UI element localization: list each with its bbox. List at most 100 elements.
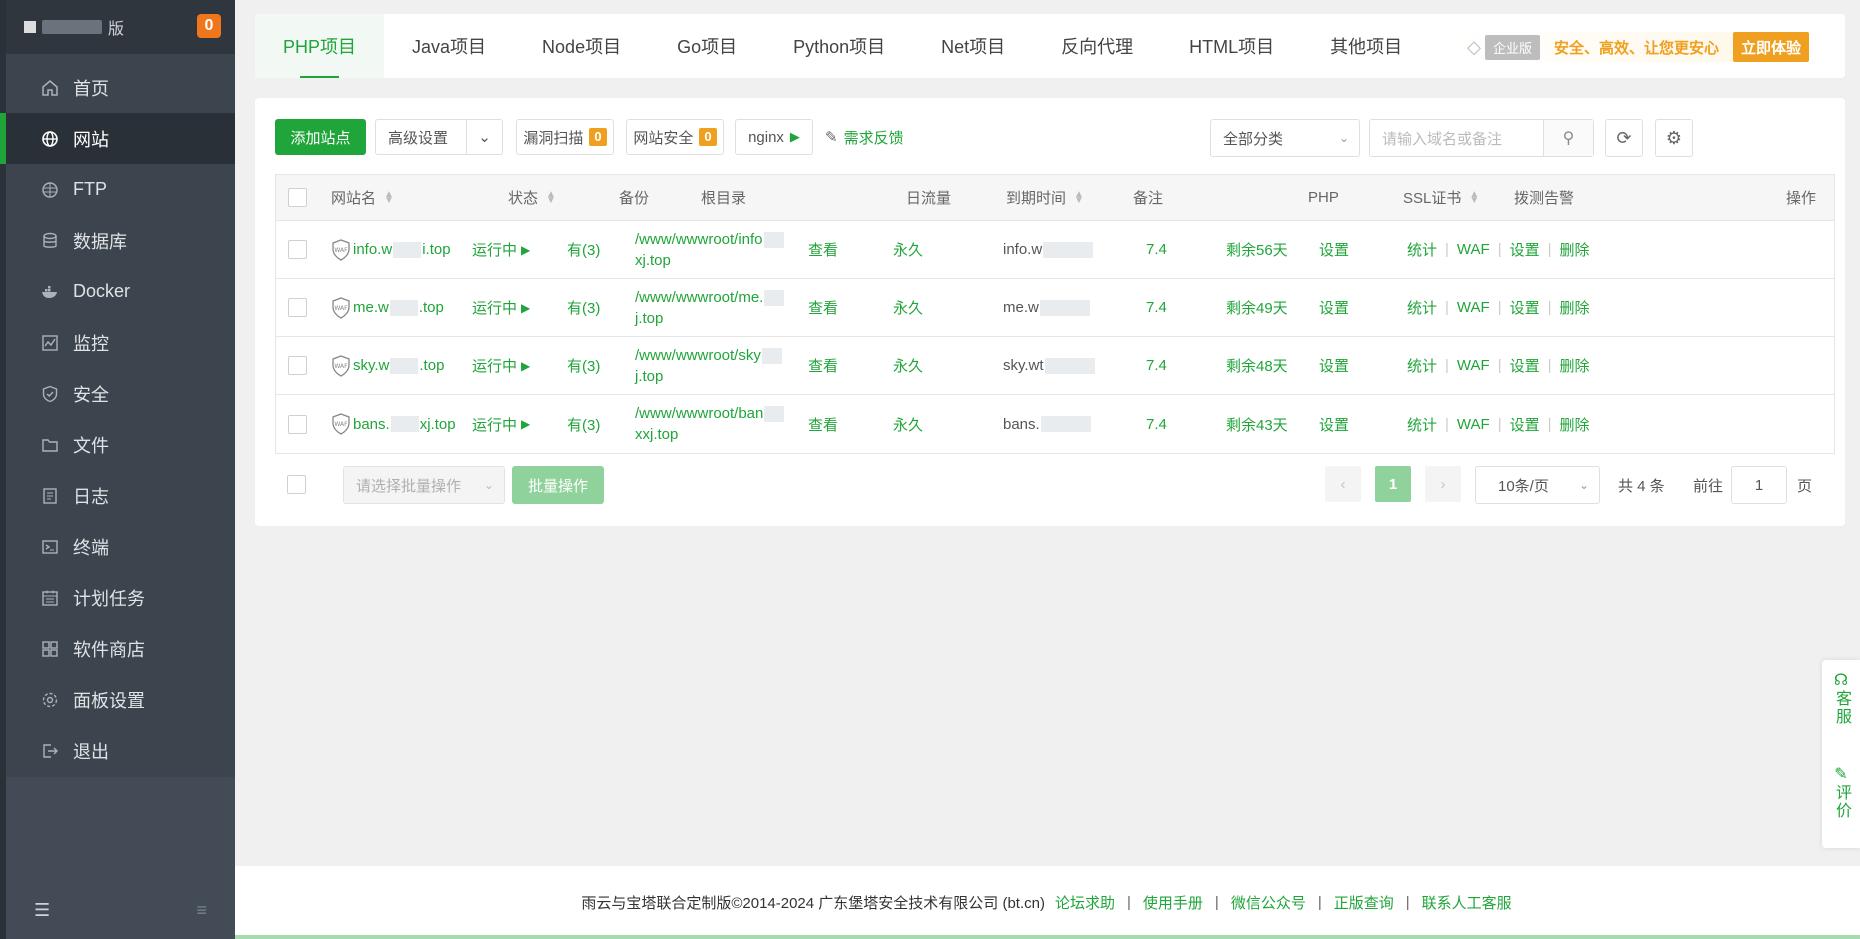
backup-link[interactable]: 有(3) [567, 279, 600, 336]
backup-link[interactable]: 有(3) [567, 337, 600, 394]
delete-link[interactable]: 删除 [1560, 414, 1590, 435]
traffic-view-link[interactable]: 查看 [808, 279, 838, 336]
row-checkbox[interactable] [288, 395, 307, 453]
site-name-link[interactable]: WAF me.w .top [331, 279, 444, 336]
sidebar-item-terminal[interactable]: 终端 [6, 521, 235, 572]
ssl-status-link[interactable]: 剩余48天 [1226, 337, 1288, 394]
footer-link-support[interactable]: 联系人工客服 [1422, 892, 1512, 913]
sidebar-item-home[interactable]: 首页 [6, 62, 235, 113]
customer-service-button[interactable]: ☊ 客服 [1822, 672, 1860, 726]
col-site-name[interactable]: 网站名 ▲ ▼ [331, 175, 394, 220]
php-version-link[interactable]: 7.4 [1146, 337, 1167, 394]
alert-settings-link[interactable]: 设置 [1319, 395, 1349, 453]
col-status[interactable]: 状态 ▲ ▼ [508, 175, 556, 220]
note-field[interactable]: bans. [1003, 395, 1092, 453]
next-page-button[interactable]: › [1425, 466, 1461, 502]
site-security-button[interactable]: 网站安全 0 [626, 119, 724, 155]
sidebar-item-security[interactable]: 安全 [6, 368, 235, 419]
status-running[interactable]: 运行中 ▶ [472, 395, 530, 453]
root-dir-link[interactable]: /www/wwwroot/me. j.top [635, 279, 795, 336]
root-dir-link[interactable]: /www/wwwroot/sky j.top [635, 337, 795, 394]
notification-badge[interactable]: 0 [197, 14, 221, 38]
status-running[interactable]: 运行中 ▶ [472, 221, 530, 278]
sidebar-item-database[interactable]: 数据库 [6, 215, 235, 266]
site-name-link[interactable]: WAF sky.w .top [331, 337, 444, 394]
feedback-link[interactable]: ✎ 需求反馈 [825, 119, 904, 155]
traffic-view-link[interactable]: 查看 [808, 395, 838, 453]
footer-link-manual[interactable]: 使用手册 [1143, 892, 1203, 913]
stats-link[interactable]: 统计 [1407, 355, 1437, 376]
review-button[interactable]: ✎ 评价 [1822, 766, 1860, 820]
alert-settings-link[interactable]: 设置 [1319, 279, 1349, 336]
tab-node[interactable]: Node项目 [514, 14, 649, 78]
sidebar-item-logs[interactable]: 日志 [6, 470, 235, 521]
settings-link[interactable]: 设置 [1510, 297, 1540, 318]
sidebar-item-cron[interactable]: 计划任务 [6, 572, 235, 623]
page-number-current[interactable]: 1 [1375, 466, 1411, 502]
batch-operation-select[interactable]: 请选择批量操作 ⌄ [343, 466, 505, 504]
footer-link-forum[interactable]: 论坛求助 [1055, 892, 1115, 913]
php-version-link[interactable]: 7.4 [1146, 279, 1167, 336]
settings-link[interactable]: 设置 [1510, 355, 1540, 376]
traffic-view-link[interactable]: 查看 [808, 337, 838, 394]
root-dir-link[interactable]: /www/wwwroot/ban xxj.top [635, 395, 795, 453]
site-name-link[interactable]: WAF info.w i.top [331, 221, 451, 278]
expire-value[interactable]: 永久 [893, 279, 923, 336]
site-name-link[interactable]: WAF bans. xj.top [331, 395, 456, 453]
advanced-settings-button[interactable]: 高级设置 ⌄ [375, 119, 503, 155]
select-all-checkbox[interactable] [288, 175, 307, 220]
batch-operation-button[interactable]: 批量操作 [512, 466, 604, 504]
php-version-link[interactable]: 7.4 [1146, 221, 1167, 278]
stats-link[interactable]: 统计 [1407, 414, 1437, 435]
delete-link[interactable]: 删除 [1560, 355, 1590, 376]
delete-link[interactable]: 删除 [1560, 297, 1590, 318]
tab-net[interactable]: Net项目 [913, 14, 1033, 78]
add-site-button[interactable]: 添加站点 [275, 119, 366, 155]
col-expire[interactable]: 到期时间 ▲ ▼ [1006, 175, 1084, 220]
vuln-scan-button[interactable]: 漏洞扫描 0 [516, 119, 614, 155]
stats-link[interactable]: 统计 [1407, 297, 1437, 318]
settings-link[interactable]: 设置 [1510, 414, 1540, 435]
tab-go[interactable]: Go项目 [649, 14, 765, 78]
waf-link[interactable]: WAF [1457, 416, 1490, 433]
backup-link[interactable]: 有(3) [567, 221, 600, 278]
sidebar-item-logout[interactable]: 退出 [6, 725, 235, 776]
settings-link[interactable]: 设置 [1510, 239, 1540, 260]
sidebar-item-settings[interactable]: 面板设置 [6, 674, 235, 725]
status-running[interactable]: 运行中 ▶ [472, 337, 530, 394]
collapse-menu-icon[interactable]: ☰ [34, 900, 50, 921]
tab-python[interactable]: Python项目 [765, 14, 913, 78]
row-checkbox[interactable] [288, 337, 307, 394]
note-field[interactable]: me.w [1003, 279, 1091, 336]
expire-value[interactable]: 永久 [893, 337, 923, 394]
sidebar-item-website[interactable]: 网站 [0, 113, 235, 164]
alert-settings-link[interactable]: 设置 [1319, 337, 1349, 394]
waf-link[interactable]: WAF [1457, 299, 1490, 316]
tab-other[interactable]: 其他项目 [1302, 14, 1430, 78]
alert-settings-link[interactable]: 设置 [1319, 221, 1349, 278]
waf-link[interactable]: WAF [1457, 357, 1490, 374]
backup-link[interactable]: 有(3) [567, 395, 600, 453]
settings-gear-icon[interactable]: ⚙ [1655, 119, 1693, 157]
footer-link-wechat[interactable]: 微信公众号 [1231, 892, 1306, 913]
col-ssl[interactable]: SSL证书 ▲ ▼ [1403, 175, 1479, 220]
note-field[interactable]: sky.wt [1003, 337, 1096, 394]
chevron-down-icon[interactable]: ⌄ [466, 120, 502, 154]
batch-select-all-checkbox[interactable] [287, 475, 306, 494]
prev-page-button[interactable]: ‹ [1325, 466, 1361, 502]
row-checkbox[interactable] [288, 279, 307, 336]
tab-html[interactable]: HTML项目 [1161, 14, 1302, 78]
tab-reverse-proxy[interactable]: 反向代理 [1033, 14, 1161, 78]
expire-value[interactable]: 永久 [893, 395, 923, 453]
nginx-button[interactable]: nginx ▶ [735, 119, 813, 155]
row-checkbox[interactable] [288, 221, 307, 278]
ssl-status-link[interactable]: 剩余43天 [1226, 395, 1288, 453]
sidebar-item-files[interactable]: 文件 [6, 419, 235, 470]
search-icon[interactable]: ⚲ [1543, 120, 1593, 156]
waf-link[interactable]: WAF [1457, 241, 1490, 258]
sidebar-item-ftp[interactable]: FTP [6, 164, 235, 215]
sidebar-item-docker[interactable]: Docker [6, 266, 235, 317]
expire-value[interactable]: 永久 [893, 221, 923, 278]
php-version-link[interactable]: 7.4 [1146, 395, 1167, 453]
delete-link[interactable]: 删除 [1560, 239, 1590, 260]
